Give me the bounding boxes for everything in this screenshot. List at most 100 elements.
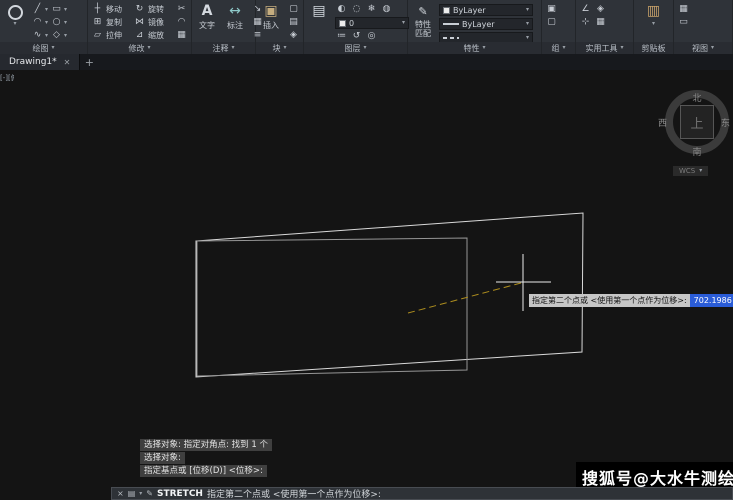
layer-lock-icon[interactable]: ◍ (380, 4, 393, 15)
current-layer-name: 0 (349, 19, 354, 28)
tab-drawing1[interactable]: Drawing1* ✕ (0, 54, 80, 70)
ungroup-icon[interactable]: ▢ (545, 17, 558, 28)
trim-tool-button[interactable]: ✂ (175, 4, 189, 15)
dimension-tool-button[interactable]: ↔ 标注 (223, 2, 247, 30)
compass-west-label[interactable]: 西 (658, 116, 667, 129)
original-rectangle-entity[interactable] (197, 238, 467, 376)
ribbon-panel-group: ▣ ▢ 组 ▾ (542, 0, 576, 54)
quick-select-icon[interactable]: ◈ (594, 4, 607, 15)
viewcube-top-face[interactable]: 上 (680, 105, 714, 139)
rotate-tool-button[interactable]: ↻旋转 (133, 4, 173, 15)
array-tool-button[interactable]: ▦ (175, 30, 189, 41)
stretch-tool-button[interactable]: ▱拉伸 (91, 30, 131, 41)
circle-small-tool-button[interactable]: ○▾ (50, 17, 67, 28)
command-prompt-text[interactable]: 指定第二个点或 <使用第一个点作为位移>: (207, 487, 381, 500)
polygon-tool-button[interactable]: ◇▾ (50, 30, 67, 41)
fillet-tool-button[interactable]: ◠ (175, 17, 189, 28)
layer-tool-row: ◐ ◌ ❄ ◍ (335, 4, 409, 15)
mirror-tool-button[interactable]: ⋈镜像 (133, 17, 173, 28)
move-tool-button[interactable]: ┼移动 (91, 4, 131, 15)
panel-label-group[interactable]: 组 ▾ (542, 42, 575, 54)
text-tool-button[interactable]: A 文字 (195, 2, 219, 30)
match-properties-button[interactable]: ✎ 特性 匹配 (411, 2, 435, 38)
tool-label: 插入 (263, 21, 279, 30)
spline-tool-button[interactable]: ∿▾ (31, 30, 48, 41)
create-block-icon[interactable]: ▢ (287, 4, 300, 15)
arc-tool-button[interactable]: ◠▾ (31, 17, 48, 28)
id-point-icon[interactable]: ⊹ (579, 17, 592, 28)
block-editor-icon[interactable]: ◈ (287, 30, 300, 41)
chevron-down-icon: ▾ (482, 45, 485, 51)
scale-icon: ⊿ (133, 30, 146, 41)
named-views-icon[interactable]: ▭ (677, 17, 690, 28)
line-icon: ╱ (31, 4, 44, 15)
panel-label-text: 组 (551, 43, 559, 54)
draw-mini-tools: ╱▾ ▭▾ ◠▾ ○▾ ∿▾ ◇▾ (31, 2, 67, 41)
lineweight-dropdown[interactable]: ByLayer ▾ (439, 18, 533, 30)
measure-icon[interactable]: ∠ (579, 4, 592, 15)
layer-dropdown[interactable]: 0 ▾ (335, 17, 409, 29)
rectangle-tool-button[interactable]: ▭▾ (50, 4, 67, 15)
edit-attribute-icon[interactable]: ▤ (287, 17, 300, 28)
geometry-layer (0, 70, 733, 500)
insert-block-button[interactable]: ▣ 插入 (259, 2, 283, 30)
calculator-icon[interactable]: ▦ (594, 17, 607, 28)
close-icon[interactable]: ✕ (64, 58, 71, 67)
array-icon: ▦ (175, 30, 188, 41)
viewport-config-icon[interactable]: ▦ (677, 4, 690, 15)
modify-tools-grid: ┼移动 ↻旋转 ✂ ⊞复制 ⋈镜像 ◠ ▱拉伸 ⊿缩放 ▦ (91, 2, 189, 41)
chevron-down-icon: ▾ (147, 45, 150, 51)
layer-match-icon[interactable]: ≔ (335, 31, 348, 42)
panel-label-utilities[interactable]: 实用工具 ▾ (576, 42, 633, 54)
circle-icon (8, 5, 23, 20)
layer-off-icon[interactable]: ◎ (365, 31, 378, 42)
new-drawing-tab-button[interactable]: + (80, 54, 98, 70)
chevron-down-icon: ▾ (51, 45, 54, 51)
copy-tool-button[interactable]: ⊞复制 (91, 17, 131, 28)
layer-prev-icon[interactable]: ↺ (350, 31, 363, 42)
panel-label-clipboard[interactable]: 剪贴板 (634, 42, 673, 54)
compass-east-label[interactable]: 东 (721, 116, 730, 129)
active-command-name: STRETCH (157, 489, 203, 499)
scale-tool-button[interactable]: ⊿缩放 (133, 30, 173, 41)
dynamic-input-value-field[interactable]: 702.1986 (690, 294, 733, 307)
insert-block-icon: ▣ (264, 3, 277, 20)
tool-label: 复制 (106, 18, 122, 27)
close-icon[interactable]: × (117, 489, 124, 498)
chevron-down-icon[interactable]: ▾ (139, 491, 142, 497)
chevron-down-icon: ▾ (45, 20, 48, 26)
panel-label-layers[interactable]: 图层 ▾ (304, 42, 407, 54)
chevron-down-icon: ▾ (711, 45, 714, 51)
panel-label-modify[interactable]: 修改 ▾ (88, 42, 191, 54)
layer-freeze-icon[interactable]: ❄ (365, 4, 378, 15)
layer-state-icon[interactable]: ◐ (335, 4, 348, 15)
circle-tool-button[interactable]: ▾ (3, 2, 27, 27)
layer-isolate-icon[interactable]: ◌ (350, 4, 363, 15)
panel-label-block[interactable]: 块 ▾ (256, 42, 303, 54)
properties-panel-content: ✎ 特性 匹配 ByLayer ▾ ByLayer ▾ (408, 0, 541, 42)
panel-label-properties[interactable]: 特性 ▾ (408, 42, 541, 54)
panel-label-text: 块 (272, 43, 280, 54)
ribbon-panel-utilities: ∠ ◈ ⊹ ▦ 实用工具 ▾ (576, 0, 634, 54)
tool-label: 特性 (415, 21, 431, 29)
panel-label-draw[interactable]: 绘图 ▾ (0, 42, 87, 54)
panel-label-annotate[interactable]: 注释 ▾ (192, 42, 255, 54)
compass-north-label[interactable]: 北 (655, 91, 733, 104)
line-tool-button[interactable]: ╱▾ (31, 4, 48, 15)
customize-icon[interactable]: ▤ (128, 489, 136, 498)
wcs-dropdown[interactable]: WCS ▾ (673, 166, 708, 176)
panel-label-view[interactable]: 视图 ▾ (674, 42, 732, 54)
compass-south-label[interactable]: 南 (655, 145, 733, 158)
paste-button[interactable]: ▥ ▾ (642, 2, 666, 27)
tool-label: 匹配 (415, 30, 431, 38)
drawing-canvas[interactable]: [-][俯视][二维线框] 北 南 西 东 上 WCS ▾ 指定第二个点或 <使… (0, 70, 733, 500)
viewcube[interactable]: 北 南 西 东 上 WCS ▾ (655, 82, 733, 182)
modify-panel-content: ┼移动 ↻旋转 ✂ ⊞复制 ⋈镜像 ◠ ▱拉伸 ⊿缩放 ▦ (88, 0, 191, 42)
object-color-dropdown[interactable]: ByLayer ▾ (439, 4, 533, 16)
layer-properties-button[interactable]: ▤ (307, 2, 331, 20)
command-line[interactable]: × ▤ ▾ ✎ STRETCH 指定第二个点或 <使用第一个点作为位移>: (111, 487, 733, 500)
ribbon-panel-clipboard: ▥ ▾ 剪贴板 (634, 0, 674, 54)
stretched-parallelogram-entity[interactable] (196, 213, 583, 377)
group-icon[interactable]: ▣ (545, 4, 558, 15)
chevron-down-icon: ▾ (526, 21, 529, 27)
